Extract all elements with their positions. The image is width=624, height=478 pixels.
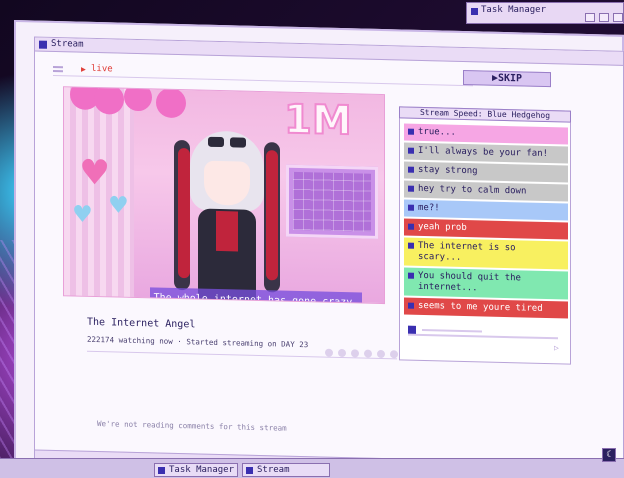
chat-message-text: The internet is so scary... <box>418 240 516 263</box>
chat-bullet-icon <box>408 147 414 154</box>
task-manager-window[interactable]: Task Manager <box>466 2 624 24</box>
chat-bullet-icon <box>408 302 414 309</box>
chat-message-text: hey try to calm down <box>418 183 527 197</box>
chat-message: You should quit the internet... <box>404 267 568 300</box>
window-icon <box>471 8 478 15</box>
chat-message: I'll always be your fan! <box>404 142 568 164</box>
chat-bullet-icon <box>408 242 414 249</box>
chat-message: yeah prob <box>404 218 568 240</box>
chat-message-text: seems to me youre tired <box>418 300 543 314</box>
stream-titlebar[interactable]: Stream <box>35 37 623 66</box>
moon-icon[interactable]: ☾ <box>602 448 616 462</box>
window-icon <box>39 40 47 49</box>
chat-message: me?! <box>404 199 568 221</box>
heart-icon: ♥ <box>110 188 127 222</box>
streamer-avatar <box>174 130 280 302</box>
chat-input[interactable] <box>408 325 558 340</box>
chat-message-text: yeah prob <box>418 221 467 234</box>
chat-bullet-icon <box>408 166 414 173</box>
chat-message: seems to me youre tired <box>404 297 568 319</box>
chat-message-text: stay strong <box>418 164 478 177</box>
chat-bullet-icon <box>408 223 414 230</box>
task-manager-title: Task Manager <box>481 5 547 15</box>
chat-input-icon <box>408 325 416 334</box>
live-indicator: live <box>91 63 113 75</box>
stream-subtitle: The whole internet has gone crazy. Yo <box>150 287 362 305</box>
chat-message: stay strong <box>404 161 568 183</box>
stream-video: ♥ ♥ ♥ 1M The whole internet has gone cra… <box>63 86 385 305</box>
stream-meta: 222174 watching now · Started streaming … <box>87 334 309 350</box>
chat-bullet-icon <box>408 204 414 211</box>
milestone-badge: 1M <box>283 96 353 146</box>
chat-message-text: You should quit the internet... <box>418 270 521 294</box>
close-button[interactable] <box>613 13 623 22</box>
monitor-screen: Stream ▶ live ▶SKIP ♥ ♥ ♥ 1M The whole i… <box>14 20 624 476</box>
chat-message-text: me?! <box>418 202 440 214</box>
taskbar: Task Manager Stream <box>0 458 624 478</box>
chat-message-text: true... <box>418 126 456 138</box>
menu-icon[interactable] <box>53 65 63 73</box>
skip-button[interactable]: ▶SKIP <box>463 69 551 88</box>
minimize-button[interactable] <box>585 13 595 22</box>
chat-message: hey try to calm down <box>404 180 568 202</box>
balloon <box>124 86 152 112</box>
taskbar-item-label: Stream <box>257 465 290 475</box>
window-icon <box>246 467 253 474</box>
chat-list: true... I'll always be your fan! stay stro… <box>404 123 568 321</box>
balloon <box>156 87 186 119</box>
play-icon: ▶ <box>81 64 86 74</box>
send-icon[interactable]: ▷ <box>554 343 559 352</box>
pagination-dots <box>325 342 403 363</box>
chat-message-text: I'll always be your fan! <box>418 145 549 160</box>
taskbar-item-label: Task Manager <box>169 465 235 475</box>
chat-bullet-icon <box>408 128 414 135</box>
chat-bullet-icon <box>408 185 414 192</box>
heart-icon: ♥ <box>82 147 108 198</box>
stream-topbar: ▶ live <box>53 61 473 87</box>
chat-bullet-icon <box>408 272 414 279</box>
comments-note: We're not reading comments for this stre… <box>97 419 287 433</box>
stream-window-title: Stream <box>51 38 84 50</box>
background-monitor <box>286 164 378 239</box>
window-icon <box>158 467 165 474</box>
taskbar-item-task-manager[interactable]: Task Manager <box>154 463 238 477</box>
heart-icon: ♥ <box>74 197 91 231</box>
chat-message: The internet is so scary... <box>404 237 568 270</box>
stream-window: Stream ▶ live ▶SKIP ♥ ♥ ♥ 1M The whole i… <box>34 36 624 476</box>
stream-name: The Internet Angel <box>87 316 196 331</box>
taskbar-item-stream[interactable]: Stream <box>242 463 330 477</box>
maximize-button[interactable] <box>599 13 609 22</box>
chat-message: true... <box>404 123 568 145</box>
chat-panel: true... I'll always be your fan! stay stro… <box>399 106 571 365</box>
